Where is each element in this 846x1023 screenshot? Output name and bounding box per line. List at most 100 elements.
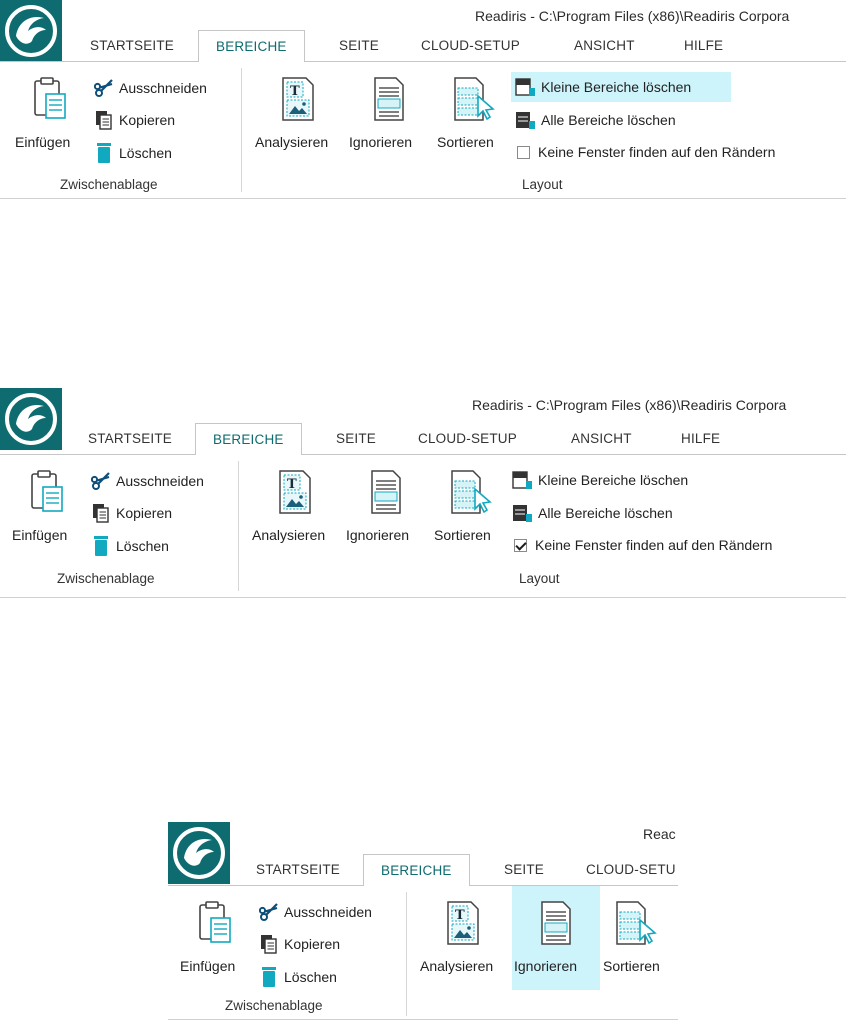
- delete-all-zones-icon: [512, 502, 534, 524]
- copy-button[interactable]: Kopieren: [258, 930, 340, 958]
- copy-button[interactable]: Kopieren: [90, 499, 172, 527]
- delete-button[interactable]: Löschen: [90, 532, 169, 560]
- checkbox-icon[interactable]: [517, 145, 530, 159]
- copy-button[interactable]: Kopieren: [93, 106, 175, 134]
- ignore-label: Ignorieren: [514, 958, 578, 974]
- paste-button[interactable]: Einfügen: [14, 66, 86, 156]
- no-border-windows-label: Keine Fenster finden auf den Rändern: [538, 144, 776, 160]
- delete-label: Löschen: [116, 538, 169, 554]
- paste-label: Einfügen: [15, 134, 71, 150]
- analyze-button[interactable]: T Analysieren: [251, 459, 341, 549]
- group-label-clipboard: Zwischenablage: [57, 571, 155, 586]
- no-border-windows-checkbox[interactable]: Keine Fenster finden auf den Rändern: [512, 138, 775, 166]
- analyze-button[interactable]: T Analysieren: [254, 66, 344, 156]
- delete-label: Löschen: [284, 969, 337, 985]
- tab-bereiche[interactable]: BEREICHE: [363, 854, 470, 886]
- readiris-logo-icon[interactable]: [168, 822, 230, 884]
- sort-label: Sortieren: [434, 527, 491, 543]
- sort-button[interactable]: Sortieren: [436, 66, 512, 156]
- cut-button[interactable]: Ausschneiden: [90, 467, 204, 495]
- sort-label: Sortieren: [603, 958, 660, 974]
- analyze-zone-icon: T: [447, 901, 479, 945]
- group-separator: [238, 461, 239, 591]
- group-label-layout: Layout: [519, 571, 560, 586]
- delete-button[interactable]: Löschen: [258, 963, 337, 991]
- tab-seite[interactable]: SEITE: [339, 38, 379, 53]
- title-bar: Readiris - C:\Program Files (x86)\Readir…: [0, 388, 846, 418]
- delete-all-zones-button[interactable]: Alle Bereiche löschen: [512, 499, 673, 527]
- analyze-label: Analysieren: [420, 958, 494, 974]
- sort-button[interactable]: Sortieren: [602, 890, 678, 980]
- tab-startseite[interactable]: STARTSEITE: [256, 862, 340, 877]
- svg-text:T: T: [290, 84, 300, 99]
- ignore-button[interactable]: Ignorieren: [345, 459, 429, 549]
- group-label-clipboard: Zwischenablage: [225, 998, 323, 1013]
- copy-icon: [90, 502, 112, 524]
- trash-icon: [90, 535, 112, 557]
- tab-startseite[interactable]: STARTSEITE: [88, 431, 172, 446]
- ribbon-panel: Einfügen Ausschneiden Kopieren Löschen Z…: [168, 885, 678, 1020]
- ignore-document-icon: [541, 901, 571, 945]
- ribbon-panel: Einfügen Ausschneiden Kopieren Löschen Z…: [0, 61, 846, 199]
- readiris-logo-icon[interactable]: [0, 0, 62, 62]
- delete-small-zones-button[interactable]: Kleine Bereiche löschen: [512, 466, 688, 494]
- delete-all-zones-button[interactable]: Alle Bereiche löschen: [515, 106, 676, 134]
- analyze-button[interactable]: T Analysieren: [419, 890, 509, 980]
- clipboard-paste-icon: [31, 470, 63, 512]
- tab-cloud-setup[interactable]: CLOUD-SETUP: [418, 431, 517, 446]
- tab-seite[interactable]: SEITE: [336, 431, 376, 446]
- sort-button[interactable]: Sortieren: [433, 459, 509, 549]
- group-label-layout: Layout: [522, 177, 563, 192]
- copy-icon: [258, 933, 280, 955]
- cut-button[interactable]: Ausschneiden: [93, 74, 207, 102]
- tab-ansicht[interactable]: ANSICHT: [571, 431, 632, 446]
- cut-label: Ausschneiden: [284, 904, 372, 920]
- delete-all-zones-label: Alle Bereiche löschen: [541, 112, 676, 128]
- tab-ansicht[interactable]: ANSICHT: [574, 38, 635, 53]
- ribbon-tabs: STARTSEITE BEREICHE SEITE CLOUD-SETUP AN…: [62, 30, 846, 62]
- tab-cloud-setup[interactable]: CLOUD-SETUP: [421, 38, 520, 53]
- sort-zones-icon: [451, 470, 492, 514]
- delete-small-zones-button[interactable]: Kleine Bereiche löschen: [511, 72, 731, 102]
- svg-text:T: T: [287, 477, 297, 492]
- scissors-icon: [90, 470, 112, 492]
- paste-label: Einfügen: [12, 527, 68, 543]
- copy-icon: [93, 109, 115, 131]
- readiris-logo-icon[interactable]: [0, 388, 62, 450]
- scissors-icon: [93, 77, 115, 99]
- tab-seite[interactable]: SEITE: [504, 862, 544, 877]
- sort-label: Sortieren: [437, 134, 494, 150]
- checkbox-icon[interactable]: [514, 538, 527, 552]
- analyze-label: Analysieren: [252, 527, 326, 543]
- copy-label: Kopieren: [116, 505, 173, 521]
- cut-label: Ausschneiden: [119, 80, 207, 96]
- cut-button[interactable]: Ausschneiden: [258, 898, 372, 926]
- group-label-clipboard: Zwischenablage: [60, 177, 158, 192]
- tab-bereiche[interactable]: BEREICHE: [195, 423, 302, 455]
- cut-label: Ausschneiden: [116, 473, 204, 489]
- paste-button[interactable]: Einfügen: [11, 459, 83, 549]
- title-bar: Reac: [168, 822, 678, 852]
- clipboard-paste-icon: [199, 901, 231, 943]
- delete-label: Löschen: [119, 145, 172, 161]
- paste-button[interactable]: Einfügen: [179, 890, 251, 980]
- clipboard-paste-icon: [34, 77, 66, 119]
- window-title: Reac: [643, 826, 676, 842]
- delete-small-zones-label: Kleine Bereiche löschen: [541, 79, 692, 95]
- ignore-button[interactable]: Ignorieren: [512, 886, 600, 990]
- tab-startseite[interactable]: STARTSEITE: [90, 38, 174, 53]
- tab-hilfe[interactable]: HILFE: [684, 38, 723, 53]
- delete-small-zones-icon: [512, 469, 534, 491]
- delete-all-zones-icon: [515, 109, 537, 131]
- tab-hilfe[interactable]: HILFE: [681, 431, 720, 446]
- tab-cloud-setup[interactable]: CLOUD-SETU: [586, 862, 676, 877]
- group-separator: [241, 68, 242, 192]
- ignore-button[interactable]: Ignorieren: [348, 66, 432, 156]
- delete-button[interactable]: Löschen: [93, 139, 172, 167]
- screenshot-3: Reac STARTSEITE BEREICHE SEITE CLOUD-SET…: [168, 822, 678, 1020]
- trash-icon: [258, 966, 280, 988]
- tab-bereiche[interactable]: BEREICHE: [198, 30, 305, 62]
- analyze-zone-icon: T: [279, 470, 311, 514]
- delete-all-zones-label: Alle Bereiche löschen: [538, 505, 673, 521]
- no-border-windows-checkbox[interactable]: Keine Fenster finden auf den Rändern: [509, 531, 772, 559]
